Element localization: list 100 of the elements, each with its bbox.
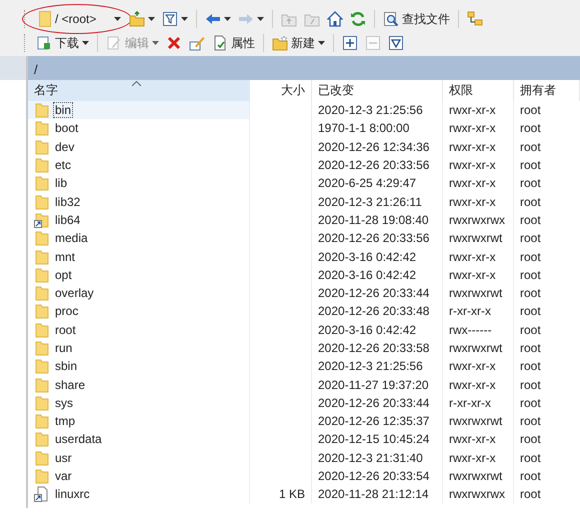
folder-icon xyxy=(34,450,50,466)
sort-ascending-icon xyxy=(132,81,141,86)
folder-icon xyxy=(34,120,50,136)
owner-cell-text: root xyxy=(519,303,542,320)
file-name-cell[interactable]: lib xyxy=(28,174,250,192)
file-name-cell[interactable]: lib64 xyxy=(28,210,250,230)
path-combo[interactable]: / <root> xyxy=(33,9,125,29)
folder-icon xyxy=(34,340,50,356)
file-name-cell[interactable]: proc xyxy=(28,302,250,321)
folder-shortcut-icon xyxy=(34,212,50,228)
column-header[interactable]: 名字 xyxy=(28,80,250,101)
folder-icon xyxy=(34,248,50,265)
owner-cell-text: root xyxy=(519,340,542,357)
open-folder-icon xyxy=(129,11,145,27)
owner-cell-text: root xyxy=(519,157,542,174)
modified-cell: 2020-12-3 21:25:56 xyxy=(312,357,443,376)
permissions-cell: rwxrwxrwx xyxy=(443,210,514,230)
modified-cell: 2020-3-16 0:42:42 xyxy=(312,266,443,284)
permissions-cell: rwxrwxrwt xyxy=(443,412,514,430)
file-name-cell[interactable]: tmp xyxy=(28,412,250,430)
panel-header xyxy=(0,56,26,80)
permissions-cell: rwxr-xr-x xyxy=(443,174,514,192)
file-name-cell[interactable]: etc xyxy=(28,156,250,174)
file-name-cell[interactable]: root xyxy=(28,320,250,339)
download-button[interactable]: 下载 xyxy=(34,32,91,54)
file-name-cell[interactable]: boot xyxy=(28,119,250,138)
folder-icon xyxy=(34,376,50,393)
permissions-cell: rwxr-xr-x xyxy=(443,247,514,266)
file-name-cell[interactable]: run xyxy=(28,338,250,358)
modified-cell: 2020-12-26 20:33:56 xyxy=(312,229,443,248)
dropdown-caret-icon[interactable] xyxy=(224,17,231,21)
permissions-cell: rwxr-xr-x xyxy=(443,192,514,211)
modified-cell: 2020-12-26 20:33:54 xyxy=(312,466,443,486)
permissions-cell: rwxrwxrwx xyxy=(443,485,514,504)
size-cell: 1 KB xyxy=(250,485,312,504)
owner-cell-text: root xyxy=(519,248,542,266)
permissions-cell: rwxrwxrwt xyxy=(443,338,514,358)
filter-icon xyxy=(162,11,178,27)
file-name-cell[interactable]: mnt xyxy=(28,247,250,266)
folder-icon xyxy=(34,358,50,374)
file-name-cell[interactable]: var xyxy=(28,466,250,486)
file-name-cell[interactable]: share xyxy=(28,375,250,394)
owner-cell-text: root xyxy=(519,431,542,448)
dropdown-caret-icon[interactable] xyxy=(148,17,155,21)
modified-cell: 1970-1-1 8:00:00 xyxy=(312,119,443,138)
file-name-cell[interactable]: lib32 xyxy=(28,192,250,211)
arrow-left-icon xyxy=(205,11,221,27)
properties-button[interactable]: 属性 xyxy=(210,32,257,54)
file-name-cell[interactable]: sys xyxy=(28,394,250,412)
find-files-button[interactable]: 查找文件 xyxy=(381,8,452,30)
folder-icon xyxy=(34,175,50,192)
modified-cell: 2020-12-3 21:31:40 xyxy=(312,448,443,467)
arrow-right-icon xyxy=(238,11,254,27)
folder-icon xyxy=(34,102,50,118)
file-name-cell[interactable]: userdata xyxy=(28,430,250,449)
permissions-cell: rwxr-xr-x xyxy=(443,266,514,284)
folder-star-icon xyxy=(272,35,288,51)
file-name-cell[interactable]: opt xyxy=(28,266,250,284)
permissions-cell: rwxr-xr-x xyxy=(443,430,514,449)
file-name-cell[interactable]: overlay xyxy=(28,284,250,302)
owner-cell-text: root xyxy=(519,285,542,302)
dropdown-caret-icon[interactable] xyxy=(82,41,89,45)
owner-cell-text: root xyxy=(519,175,542,192)
modified-cell: 2020-3-16 0:42:42 xyxy=(312,320,443,339)
file-name-cell[interactable]: usr xyxy=(28,448,250,467)
close-icon xyxy=(166,35,182,51)
file-name-cell[interactable]: dev xyxy=(28,138,250,156)
owner-cell-text: root xyxy=(519,376,542,394)
owner-cell-text: root xyxy=(519,230,542,248)
owner-cell-text: root xyxy=(519,102,542,120)
file-name-cell[interactable]: media xyxy=(28,229,250,248)
owner-cell-text: root xyxy=(519,120,542,138)
refresh-icon xyxy=(350,11,366,27)
file-name-cell[interactable]: bin xyxy=(28,101,250,120)
owner-cell-text: root xyxy=(519,450,542,467)
dropdown-caret-icon[interactable] xyxy=(318,41,325,45)
new-button[interactable]: 新建 xyxy=(270,32,327,54)
file-name-cell[interactable]: linuxrc xyxy=(28,485,250,504)
dropdown-caret-icon[interactable] xyxy=(257,17,264,21)
permissions-cell: rwxr-xr-x xyxy=(443,156,514,174)
folder-icon xyxy=(34,322,50,338)
permissions-cell: rwxr-xr-x xyxy=(443,138,514,156)
modified-cell: 2020-12-26 20:33:58 xyxy=(312,338,443,358)
search-icon xyxy=(383,11,399,27)
permissions-cell: rwxrwxrwt xyxy=(443,466,514,486)
modified-cell: 2020-12-3 21:26:11 xyxy=(312,192,443,211)
owner-cell-text: root xyxy=(519,212,542,229)
dropdown-caret-icon[interactable] xyxy=(181,17,188,21)
modified-cell: 2020-6-25 4:29:47 xyxy=(312,174,443,192)
owner-cell-text: root xyxy=(519,413,542,430)
folder-icon xyxy=(34,157,50,174)
permissions-cell: rwxr-xr-x xyxy=(443,119,514,138)
file-name-cell[interactable]: sbin xyxy=(28,357,250,376)
modified-cell: 2020-12-26 20:33:44 xyxy=(312,284,443,302)
permissions-cell: rwxrwxrwt xyxy=(443,229,514,248)
folder-icon xyxy=(34,285,50,302)
dropdown-caret-icon[interactable] xyxy=(114,17,121,21)
home-icon xyxy=(327,11,343,27)
folder-icon xyxy=(34,431,50,448)
permissions-cell: rwx------ xyxy=(443,320,514,339)
